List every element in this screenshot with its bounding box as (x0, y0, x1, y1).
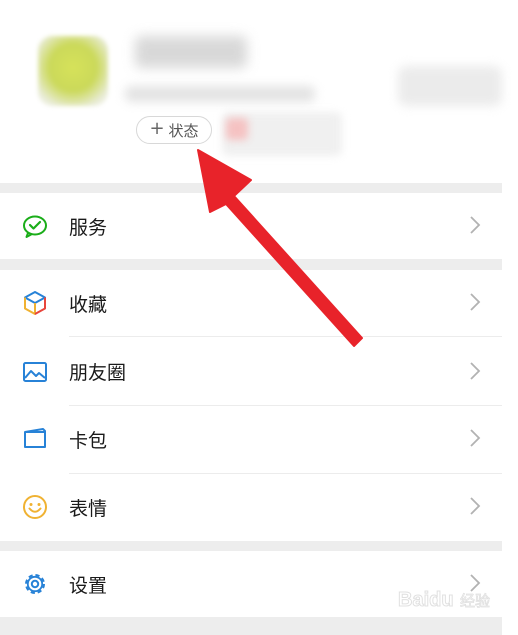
baidu-watermark-icon: Baidu 经验 (398, 589, 490, 612)
watermark-brand: Baidu (398, 589, 454, 611)
watermark-subtitle: 经验 (460, 592, 490, 610)
annotation-arrow (197, 149, 363, 347)
